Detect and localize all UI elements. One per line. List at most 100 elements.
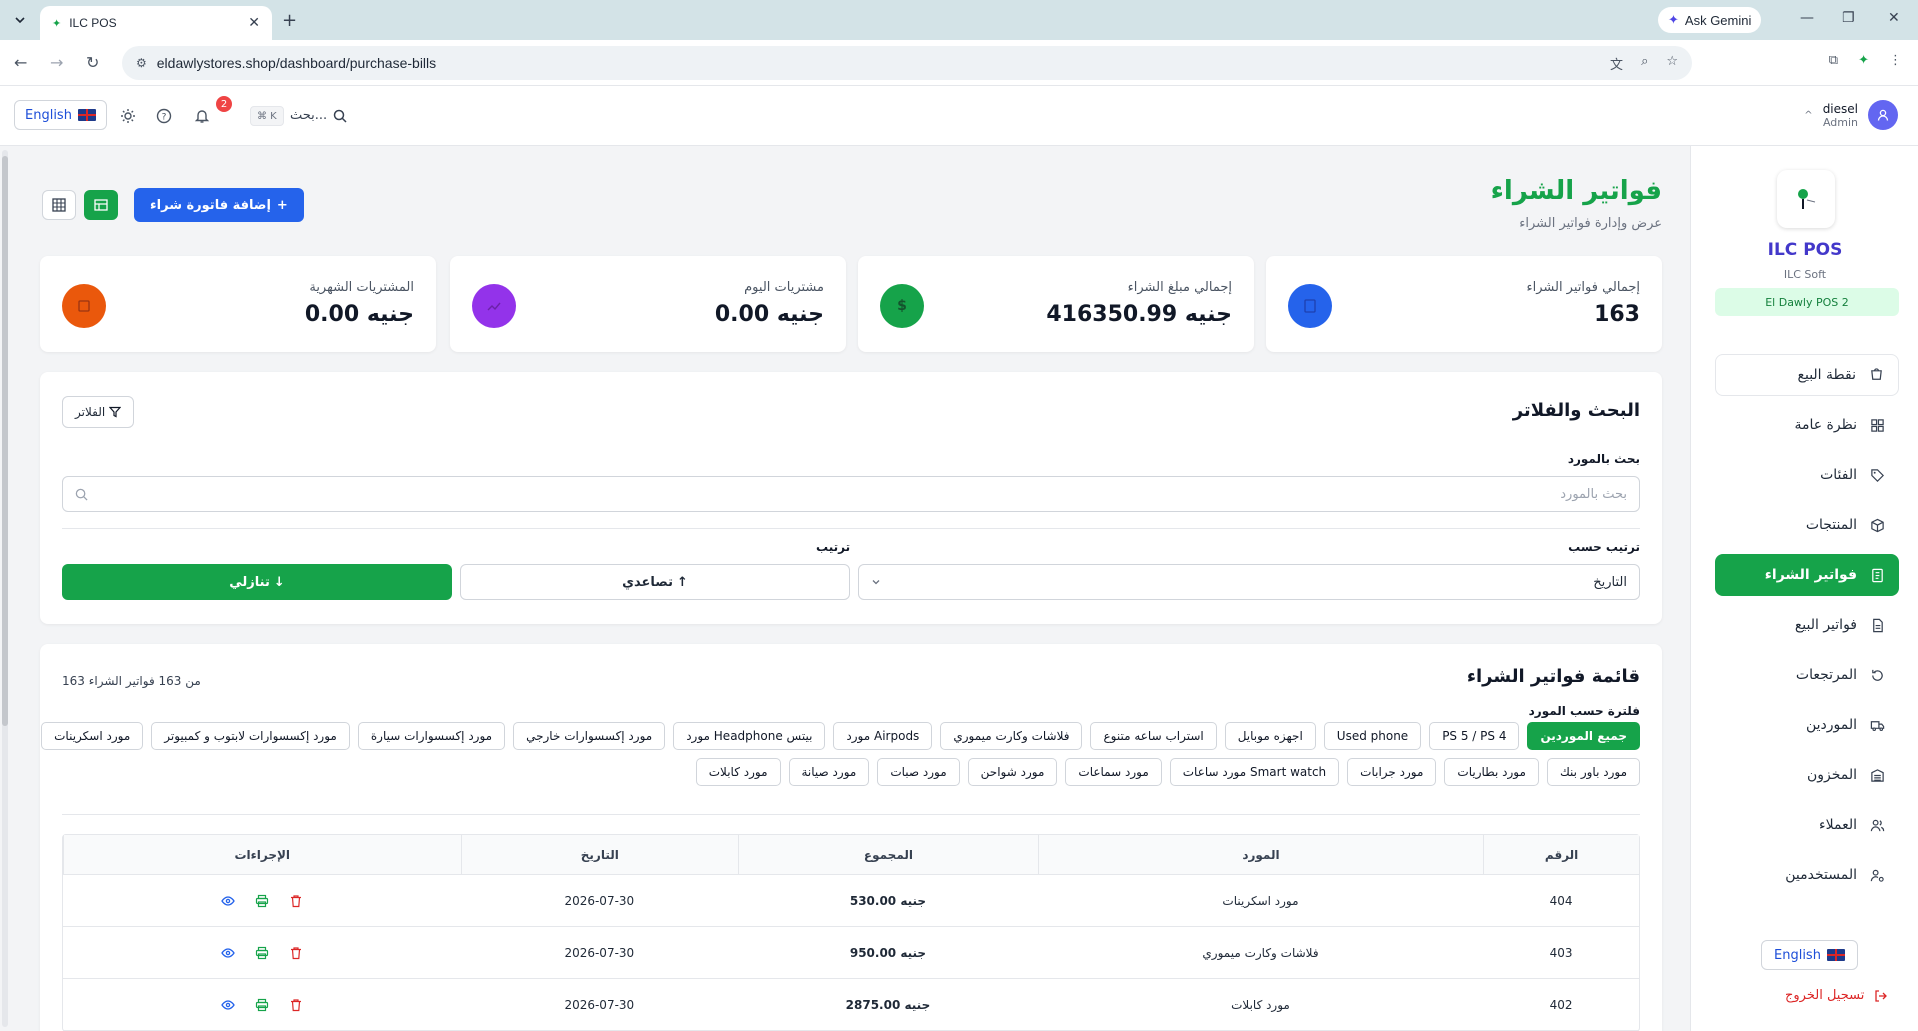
bookmark-star-icon[interactable]: ☆ — [1666, 54, 1678, 73]
print-icon[interactable] — [255, 894, 269, 908]
supplier-chip[interactable]: مورد إكسسوارات سيارة — [357, 722, 506, 750]
supplier-chip[interactable]: مورد صبات — [877, 758, 960, 786]
supplier-chip[interactable]: مورد جرابات — [1347, 758, 1437, 786]
logout-button[interactable]: تسجيل الخروج — [1785, 988, 1888, 1003]
delete-trash-icon[interactable] — [289, 998, 303, 1012]
supplier-chip[interactable]: مورد بطاريات — [1444, 758, 1539, 786]
supplier-chip[interactable]: استراب ساعه متنوع — [1090, 722, 1217, 750]
site-info-icon[interactable]: ⚙ — [136, 56, 147, 70]
supplier-chip[interactable]: مورد شواحن — [967, 758, 1058, 786]
bill-date: 2026-07-30 — [564, 997, 635, 1012]
sidebar-item-returns[interactable]: المرتجعات — [1715, 654, 1899, 696]
supplier-chip[interactable]: مورد باور بنك — [1546, 758, 1640, 786]
sidebar-item-inventory[interactable]: المخزون — [1715, 754, 1899, 796]
supplier-chip[interactable]: جميع الموردين — [1527, 722, 1640, 750]
minimize-icon[interactable]: — — [1800, 10, 1814, 26]
ask-gemini-button[interactable]: ✦ Ask Gemini — [1658, 7, 1762, 33]
avatar[interactable] — [1868, 100, 1898, 130]
print-icon[interactable] — [255, 998, 269, 1012]
column-header-supplier[interactable]: المورد — [1037, 835, 1483, 874]
language-switch-button[interactable]: English — [14, 100, 107, 130]
menu-kebab-icon[interactable]: ⋮ — [1889, 53, 1902, 68]
sidebar-nav: نقطة البيع نظرة عامة الفئات المنتجات فوا… — [1715, 354, 1899, 904]
supplier-chip[interactable]: مورد صيانة — [788, 758, 870, 786]
ascending-button[interactable]: تصاعدي ↑ — [460, 564, 850, 600]
restore-icon[interactable]: ❐ — [1842, 10, 1855, 26]
divider — [62, 528, 1640, 529]
brand-name: ILC POS — [1767, 240, 1843, 260]
url-text[interactable]: eldawlystores.shop/dashboard/purchase-bi… — [157, 55, 1600, 71]
column-header-total[interactable]: المجموع — [738, 835, 1038, 874]
supplier-chip[interactable]: PS 5 / PS 4 — [1429, 722, 1520, 750]
help-icon[interactable]: ? — [156, 108, 172, 124]
stat-card-total-amount: إجمالي مبلغ الشراء 416350.99 جنيه $ — [858, 256, 1254, 352]
sidebar-item-purchase-bills[interactable]: فواتير الشراء — [1715, 554, 1899, 596]
descending-button[interactable]: تنازلي ↓ — [62, 564, 452, 600]
reload-icon[interactable]: ↻ — [86, 53, 99, 72]
back-icon[interactable]: ← — [14, 53, 27, 72]
header-search-button[interactable]: بحث... — [290, 108, 347, 123]
sort-by-select[interactable]: التاريخ — [858, 564, 1640, 600]
sidebar-language-button[interactable]: English — [1761, 940, 1858, 970]
row-actions — [63, 927, 461, 978]
tab-title: ILC POS — [69, 16, 117, 30]
logo-icon — [1798, 189, 1816, 209]
sidebar-item-users[interactable]: المستخدمين — [1715, 854, 1899, 896]
sidebar-item-pos[interactable]: نقطة البيع — [1715, 354, 1899, 396]
supplier-chip[interactable]: مورد سماعات — [1065, 758, 1162, 786]
translate-icon[interactable]: 文 — [1610, 54, 1623, 73]
filters-button[interactable]: الفلاتر — [62, 396, 135, 428]
column-header-date[interactable]: التاريخ — [460, 835, 739, 874]
supplier-search-input[interactable]: بحث بالمورد — [62, 476, 1640, 512]
tab-search-button[interactable] — [8, 8, 32, 32]
supplier-chip[interactable]: مورد ساعات Smart watch — [1169, 758, 1340, 786]
grid-view-button[interactable] — [42, 190, 76, 220]
supplier-chip[interactable]: مورد اسكرينات — [41, 722, 144, 750]
sidebar: ILC POS ILC Soft El Dawly POS 2 نقطة الب… — [1690, 146, 1918, 1031]
view-eye-icon[interactable] — [220, 894, 235, 908]
bill-total: 2875.00 جنيه — [845, 997, 931, 1012]
bill-supplier: مورد كابلات — [1231, 997, 1290, 1012]
stat-card-total-bills: إجمالي فواتير الشراء 163 — [1266, 256, 1662, 352]
sidebar-item-sales-bills[interactable]: فواتير البيع — [1715, 604, 1899, 646]
sidebar-item-customers[interactable]: العملاء — [1715, 804, 1899, 846]
zoom-icon[interactable]: ⌕ — [1641, 54, 1648, 73]
supplier-chip[interactable]: مورد إكسسوارات خارجي — [513, 722, 666, 750]
sidebar-item-overview[interactable]: نظرة عامة — [1715, 404, 1899, 446]
delete-trash-icon[interactable] — [289, 946, 303, 960]
arrow-up-icon: ↑ — [676, 574, 688, 590]
view-eye-icon[interactable] — [220, 998, 235, 1012]
supplier-chip[interactable]: مورد إكسسوارات لابتوب و كمبيوتر — [151, 722, 350, 750]
browser-tab[interactable]: ✦ ILC POS ✕ — [40, 6, 272, 40]
address-bar[interactable]: ⚙ eldawlystores.shop/dashboard/purchase-… — [122, 46, 1692, 80]
supplier-chip[interactable]: مورد كابلات — [695, 758, 781, 786]
sidebar-item-products[interactable]: المنتجات — [1715, 504, 1899, 546]
sidebar-item-label: نظرة عامة — [1794, 417, 1857, 433]
new-tab-icon[interactable]: + — [282, 10, 297, 31]
tab-close-icon[interactable]: ✕ — [248, 15, 260, 31]
browser-toolbar: ← → ↻ ⚙ eldawlystores.shop/dashboard/pur… — [0, 40, 1918, 86]
scrollbar-thumb[interactable] — [2, 156, 8, 726]
user-menu[interactable]: ^ diesel Admin — [1804, 100, 1898, 130]
plus-icon: + — [276, 197, 288, 213]
print-icon[interactable] — [255, 946, 269, 960]
close-window-icon[interactable]: ✕ — [1888, 10, 1900, 26]
supplier-chip[interactable]: Used phone — [1323, 722, 1422, 750]
column-header-id[interactable]: الرقم — [1483, 835, 1639, 874]
delete-trash-icon[interactable] — [289, 894, 303, 908]
profile-extension-icon[interactable]: ✦ — [1858, 53, 1869, 68]
extensions-icon[interactable]: ⧉ — [1829, 53, 1838, 68]
sidebar-item-suppliers[interactable]: الموردين — [1715, 704, 1899, 746]
theme-toggle-icon[interactable] — [120, 108, 136, 124]
table-view-button[interactable] — [84, 190, 118, 220]
notifications-bell-icon[interactable] — [194, 108, 210, 124]
supplier-chip[interactable]: مورد Headphone بيتس — [673, 722, 826, 750]
supplier-chip[interactable]: فلاشات وكارت ميموري — [940, 722, 1083, 750]
sidebar-item-label: فواتير الشراء — [1764, 567, 1857, 583]
view-eye-icon[interactable] — [220, 946, 235, 960]
sidebar-item-categories[interactable]: الفئات — [1715, 454, 1899, 496]
add-purchase-bill-button[interactable]: إضافة فاتورة شراء + — [134, 188, 304, 222]
forward-icon[interactable]: → — [50, 53, 63, 72]
supplier-chip[interactable]: مورد Airpods — [833, 722, 933, 750]
supplier-chip[interactable]: اجهزه موبايل — [1224, 722, 1316, 750]
